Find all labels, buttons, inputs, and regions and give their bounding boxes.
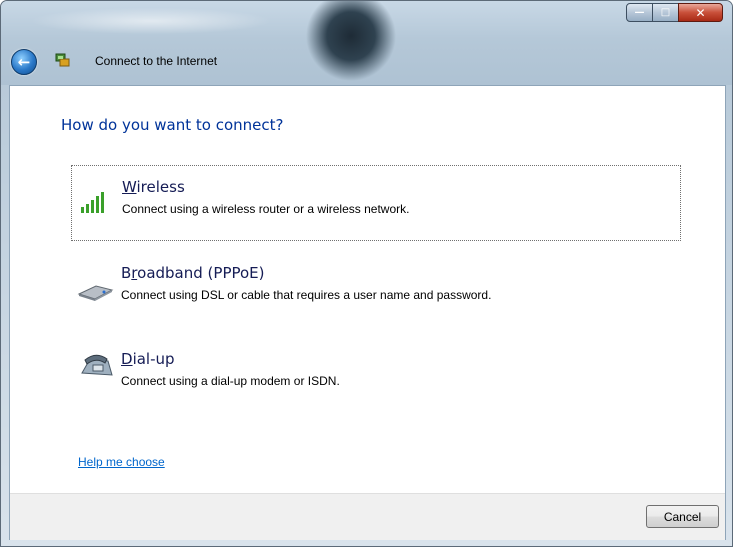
page-heading: How do you want to connect?: [61, 116, 284, 134]
minimize-button[interactable]: —: [626, 3, 653, 22]
wireless-signal-icon: [81, 192, 104, 213]
option-broadband[interactable]: Broadband (PPPoE) Connect using DSL or c…: [71, 252, 681, 328]
network-connection-icon: [55, 53, 70, 67]
minimize-icon: —: [634, 7, 645, 18]
help-me-choose-link[interactable]: Help me choose: [78, 455, 165, 469]
option-description: Connect using DSL or cable that requires…: [121, 288, 492, 302]
back-button[interactable]: ←: [11, 49, 37, 75]
option-dialup[interactable]: Dial-up Connect using a dial-up modem or…: [71, 338, 681, 414]
wizard-content: How do you want to connect? Wireless Con…: [9, 85, 726, 540]
title-bar: ← Connect to the Internet — □ ✕: [1, 1, 732, 85]
cancel-button[interactable]: Cancel: [646, 505, 719, 528]
option-description: Connect using a wireless router or a wir…: [122, 202, 410, 216]
option-title: Wireless: [122, 178, 185, 196]
dialup-phone-icon: [81, 354, 113, 376]
option-title: Dial-up: [121, 350, 175, 368]
close-button[interactable]: ✕: [678, 3, 723, 22]
caption-buttons: — □ ✕: [626, 3, 723, 22]
close-icon: ✕: [695, 5, 706, 20]
window-title: Connect to the Internet: [95, 54, 218, 68]
wizard-footer: Cancel: [10, 493, 725, 540]
maximize-icon: □: [660, 7, 671, 18]
maximize-button[interactable]: □: [652, 3, 679, 22]
option-title: Broadband (PPPoE): [121, 264, 265, 282]
option-description: Connect using a dial-up modem or ISDN.: [121, 374, 340, 388]
connect-to-internet-window: ← Connect to the Internet — □ ✕ How do y…: [0, 0, 733, 547]
option-wireless[interactable]: Wireless Connect using a wireless router…: [71, 165, 681, 241]
broadband-modem-icon: [77, 285, 114, 301]
back-arrow-icon: ←: [17, 53, 31, 71]
